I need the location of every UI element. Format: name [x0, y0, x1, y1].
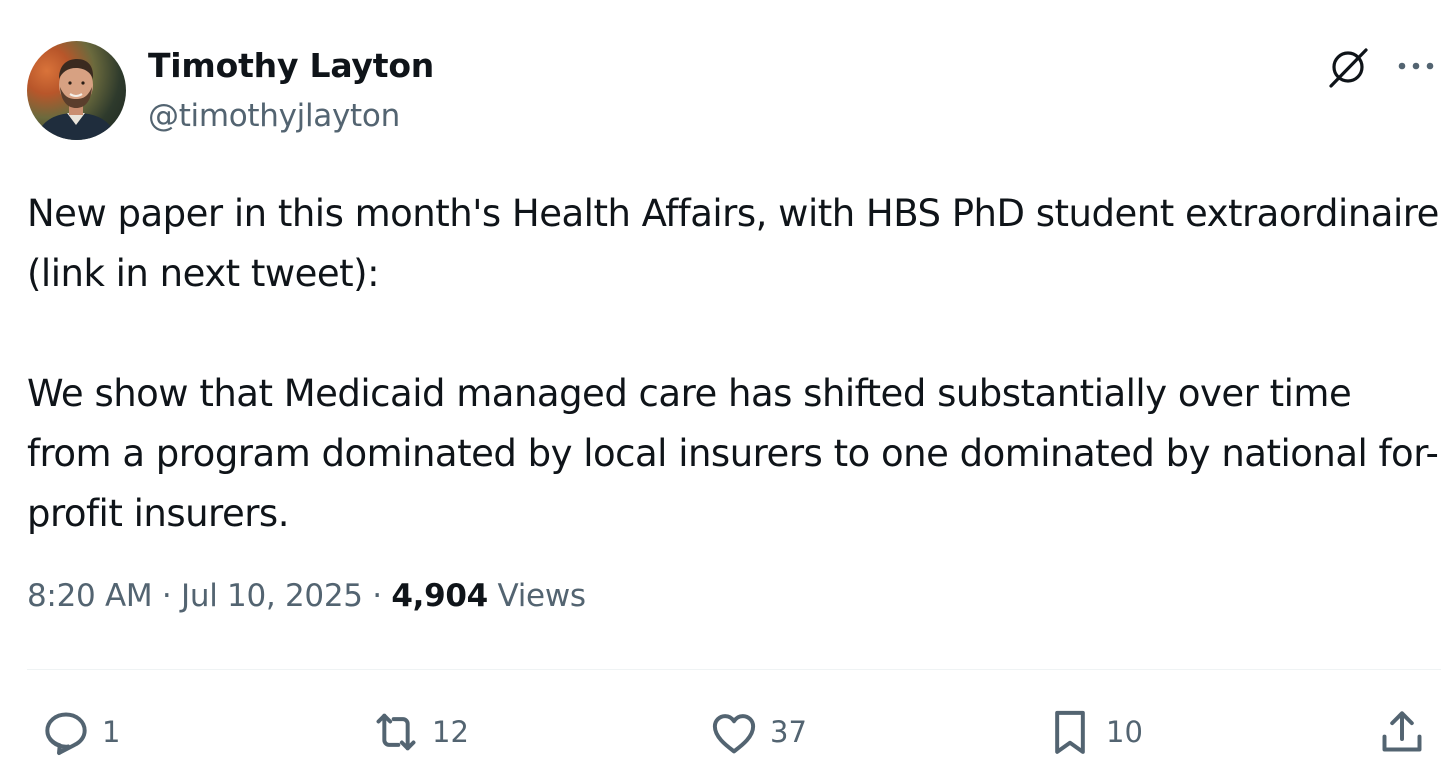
tweet-date[interactable]: Jul 10, 2025: [181, 578, 363, 614]
meta-separator: ·: [152, 578, 181, 614]
avatar-photo: [35, 59, 118, 140]
share-icon: [1382, 711, 1422, 752]
retweet-icon: [376, 713, 416, 751]
like-button[interactable]: 37: [706, 704, 807, 760]
avatar[interactable]: [27, 41, 126, 140]
bookmark-button[interactable]: 10: [1042, 704, 1143, 760]
like-count: 37: [770, 715, 807, 749]
author-handle[interactable]: @timothyjlayton: [148, 98, 400, 134]
heart-icon: [712, 714, 756, 754]
more-options-icon[interactable]: [1396, 53, 1436, 79]
share-button[interactable]: [1374, 704, 1430, 760]
tweet-metadata: 8:20 AM · Jul 10, 2025 · 4,904 Views: [27, 578, 586, 614]
tweet-time[interactable]: 8:20 AM: [27, 578, 153, 614]
views-label: Views: [497, 578, 587, 614]
bookmark-icon: [1055, 710, 1085, 754]
views-count: 4,904: [391, 578, 488, 614]
reply-count: 1: [102, 715, 121, 749]
tweet-paragraph: We show that Medicaid managed care has s…: [27, 372, 1439, 535]
bookmark-count: 10: [1106, 715, 1143, 749]
tweet-paragraph: New paper in this month's Health Affairs…: [27, 192, 1439, 295]
author-display-name[interactable]: Timothy Layton: [148, 46, 434, 85]
divider: [27, 669, 1441, 670]
grok-icon[interactable]: [1326, 44, 1372, 90]
tweet-text: New paper in this month's Health Affairs…: [27, 184, 1442, 544]
reply-button[interactable]: 1: [38, 704, 120, 760]
reply-icon: [45, 712, 87, 755]
meta-separator: ·: [362, 578, 392, 614]
retweet-count: 12: [432, 715, 469, 749]
retweet-button[interactable]: 12: [368, 704, 469, 760]
